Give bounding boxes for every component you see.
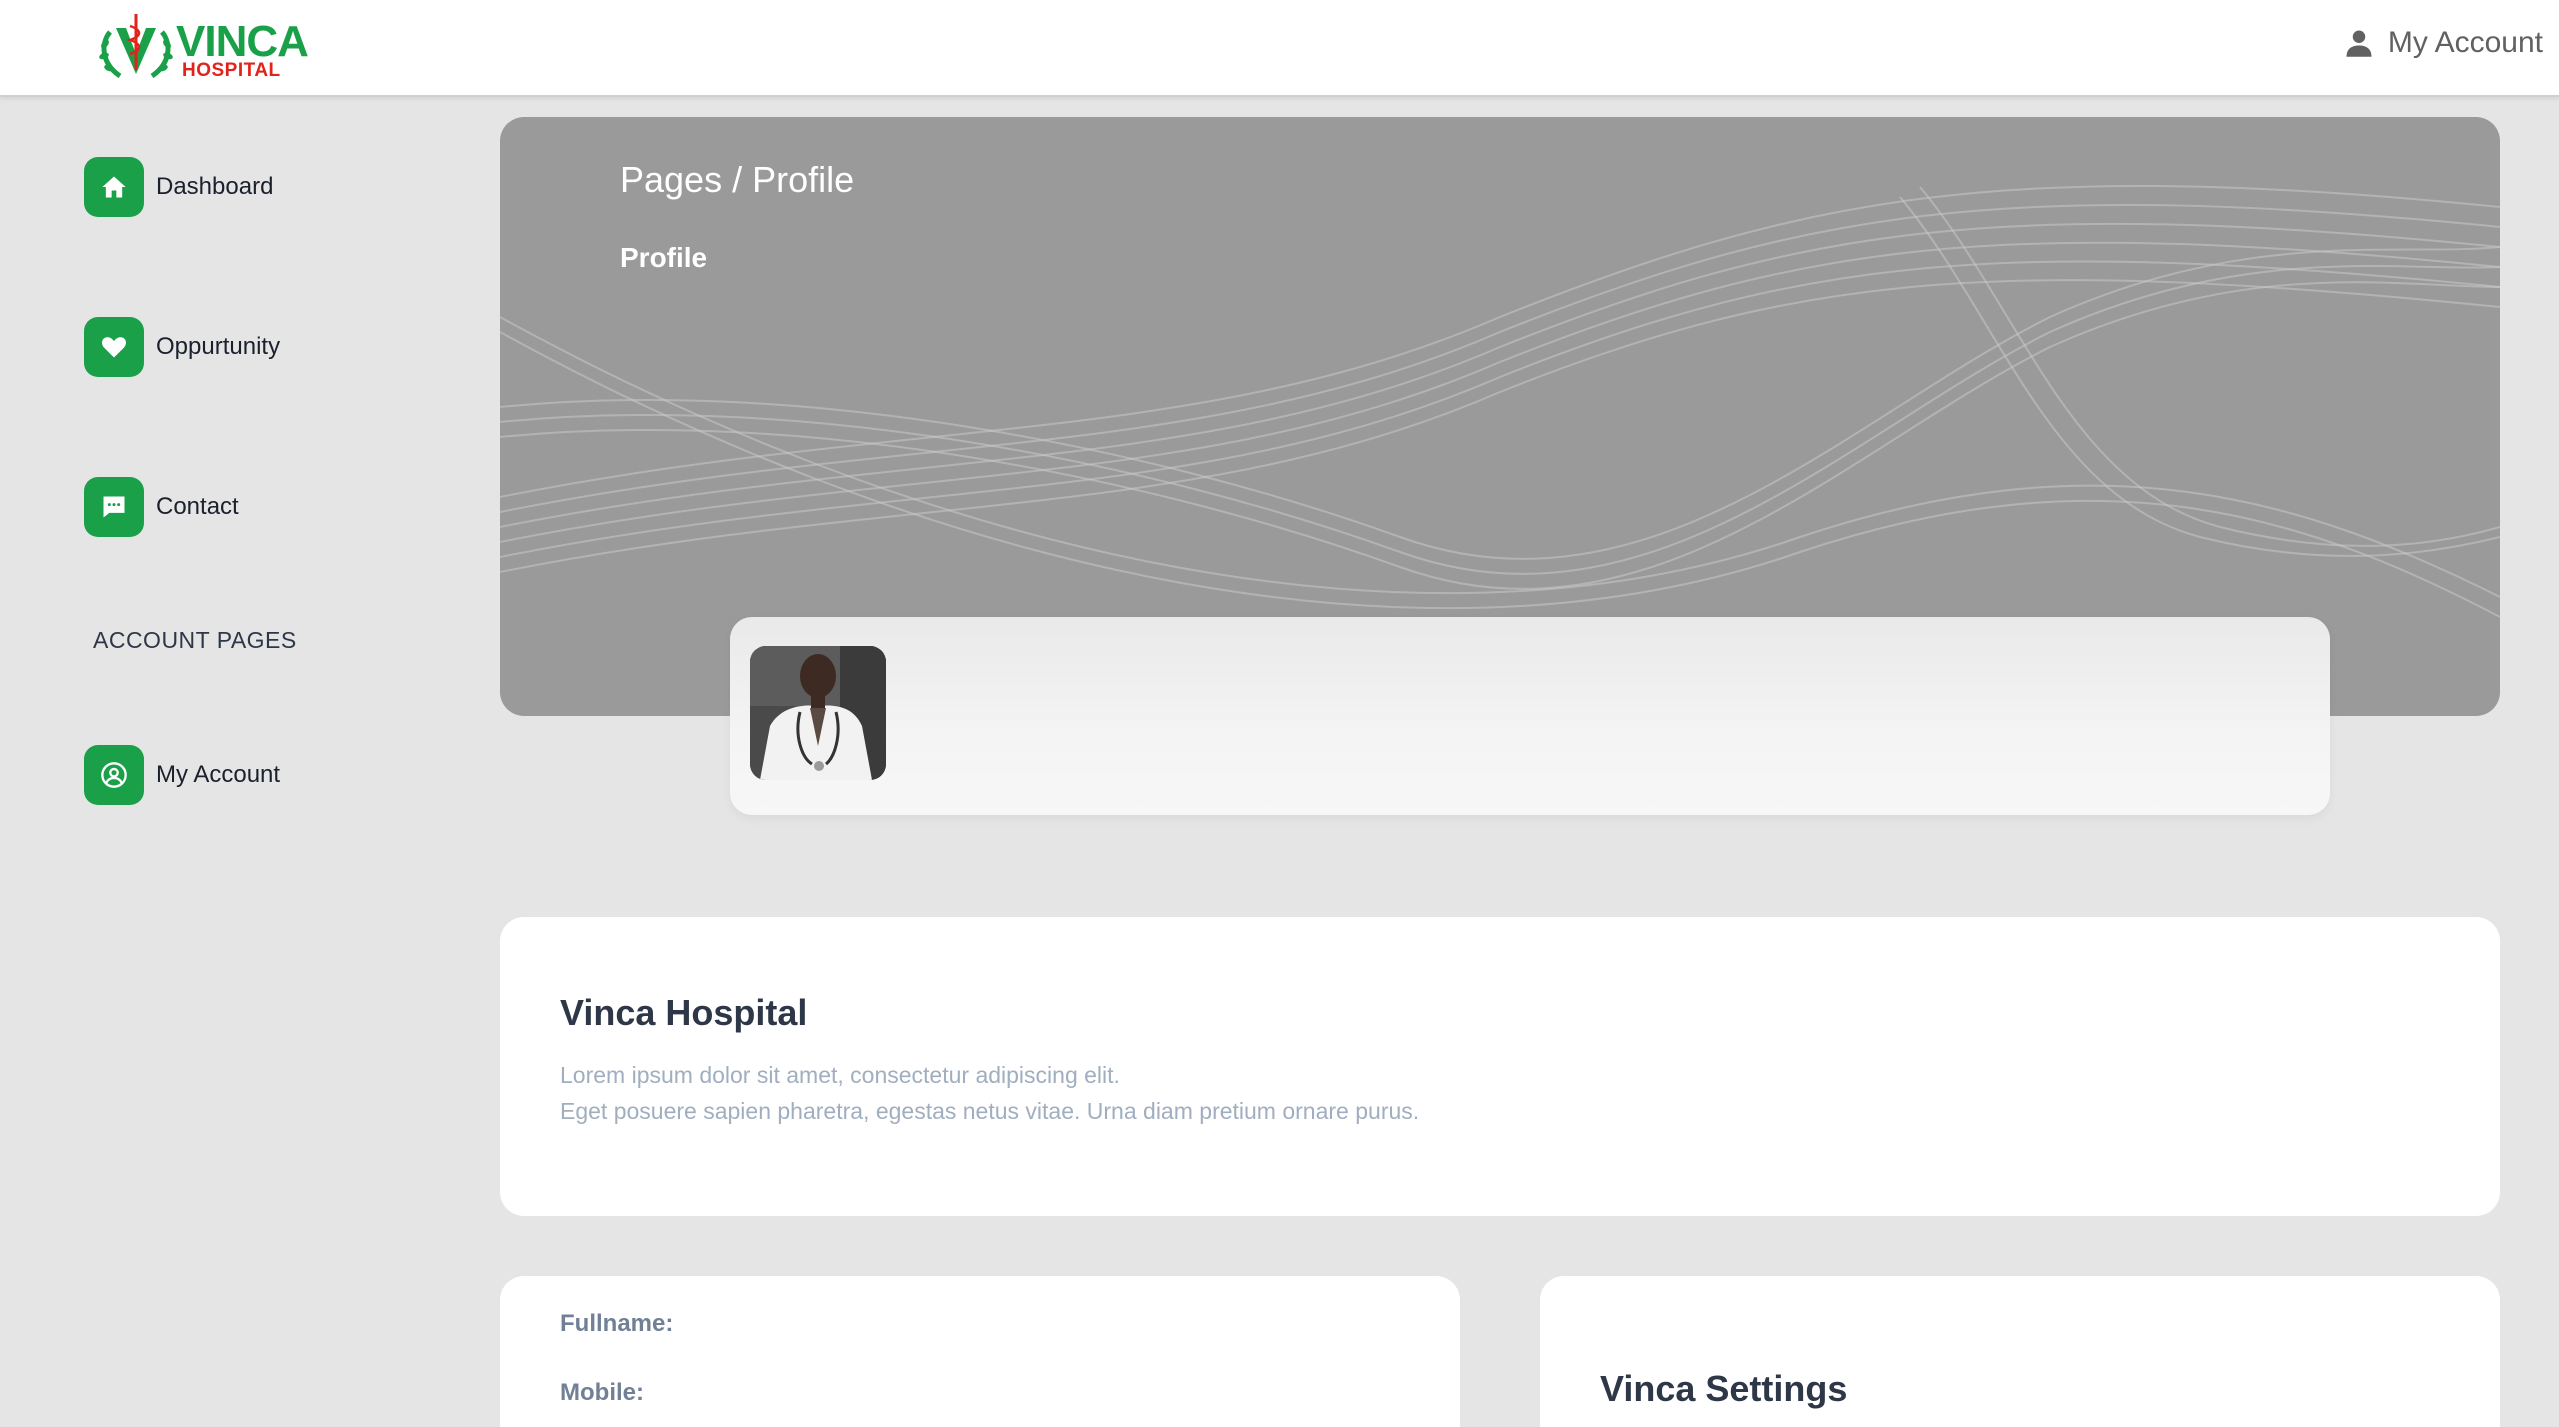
header-my-account-link[interactable]: My Account <box>2344 26 2543 60</box>
doctor-photo <box>750 646 886 780</box>
breadcrumb: Pages / Profile <box>620 159 855 200</box>
sidebar-item-label: Dashboard <box>156 173 274 200</box>
nav-icon-tile <box>84 745 144 805</box>
section-label-account-pages: ACCOUNT PAGES <box>93 627 297 653</box>
sidebar-item-label: Contact <box>156 493 239 520</box>
top-bar: VINCA HOSPITAL My Account <box>0 0 2559 97</box>
heart-icon <box>102 337 126 358</box>
user-circle-icon <box>101 762 127 788</box>
nav-icon-tile <box>84 157 144 217</box>
page-title: Profile <box>620 242 708 273</box>
sidebar-item-label: My Account <box>156 761 281 788</box>
settings-card: Vinca Settings <box>1540 1276 2500 1427</box>
sidebar-item-contact[interactable]: Contact <box>84 477 239 537</box>
sidebar-item-my-account[interactable]: My Account <box>84 745 280 805</box>
nav-icon-tile <box>84 317 144 377</box>
settings-title: Vinca Settings <box>1600 1368 1848 1409</box>
brand-logo[interactable]: VINCA HOSPITAL <box>96 12 309 84</box>
about-title: Vinca Hospital <box>560 992 808 1033</box>
sidebar-item-dashboard[interactable]: Dashboard <box>84 157 273 217</box>
fullname-label: Fullname: <box>560 1310 674 1337</box>
header-my-account-label: My Account <box>2387 26 2543 59</box>
nav-icon-tile <box>84 477 144 537</box>
chat-icon <box>103 496 125 518</box>
about-line-1: Lorem ipsum dolor sit amet, consectetur … <box>560 1062 1120 1088</box>
about-line-2: Eget posuere sapien pharetra, egestas ne… <box>560 1098 1420 1124</box>
brand-name: VINCA <box>176 17 309 66</box>
user-icon <box>2346 30 2372 57</box>
home-icon <box>102 176 126 198</box>
sidebar-item-label: Oppurtunity <box>156 333 281 360</box>
mobile-label: Mobile: <box>560 1379 644 1406</box>
sidebar: Dashboard Oppurtunity Contact ACCOUNT PA… <box>0 99 480 1427</box>
about-description: Lorem ipsum dolor sit amet, consectetur … <box>560 1057 1419 1129</box>
hospital-about-card: Vinca Hospital Lorem ipsum dolor sit ame… <box>500 917 2500 1216</box>
avatar[interactable] <box>750 646 886 780</box>
profile-info-card: Fullname: Mobile: <box>500 1276 1460 1427</box>
laurel-logo-icon <box>99 14 173 79</box>
profile-summary-card <box>730 617 2330 815</box>
sidebar-item-opportunity[interactable]: Oppurtunity <box>84 317 280 377</box>
